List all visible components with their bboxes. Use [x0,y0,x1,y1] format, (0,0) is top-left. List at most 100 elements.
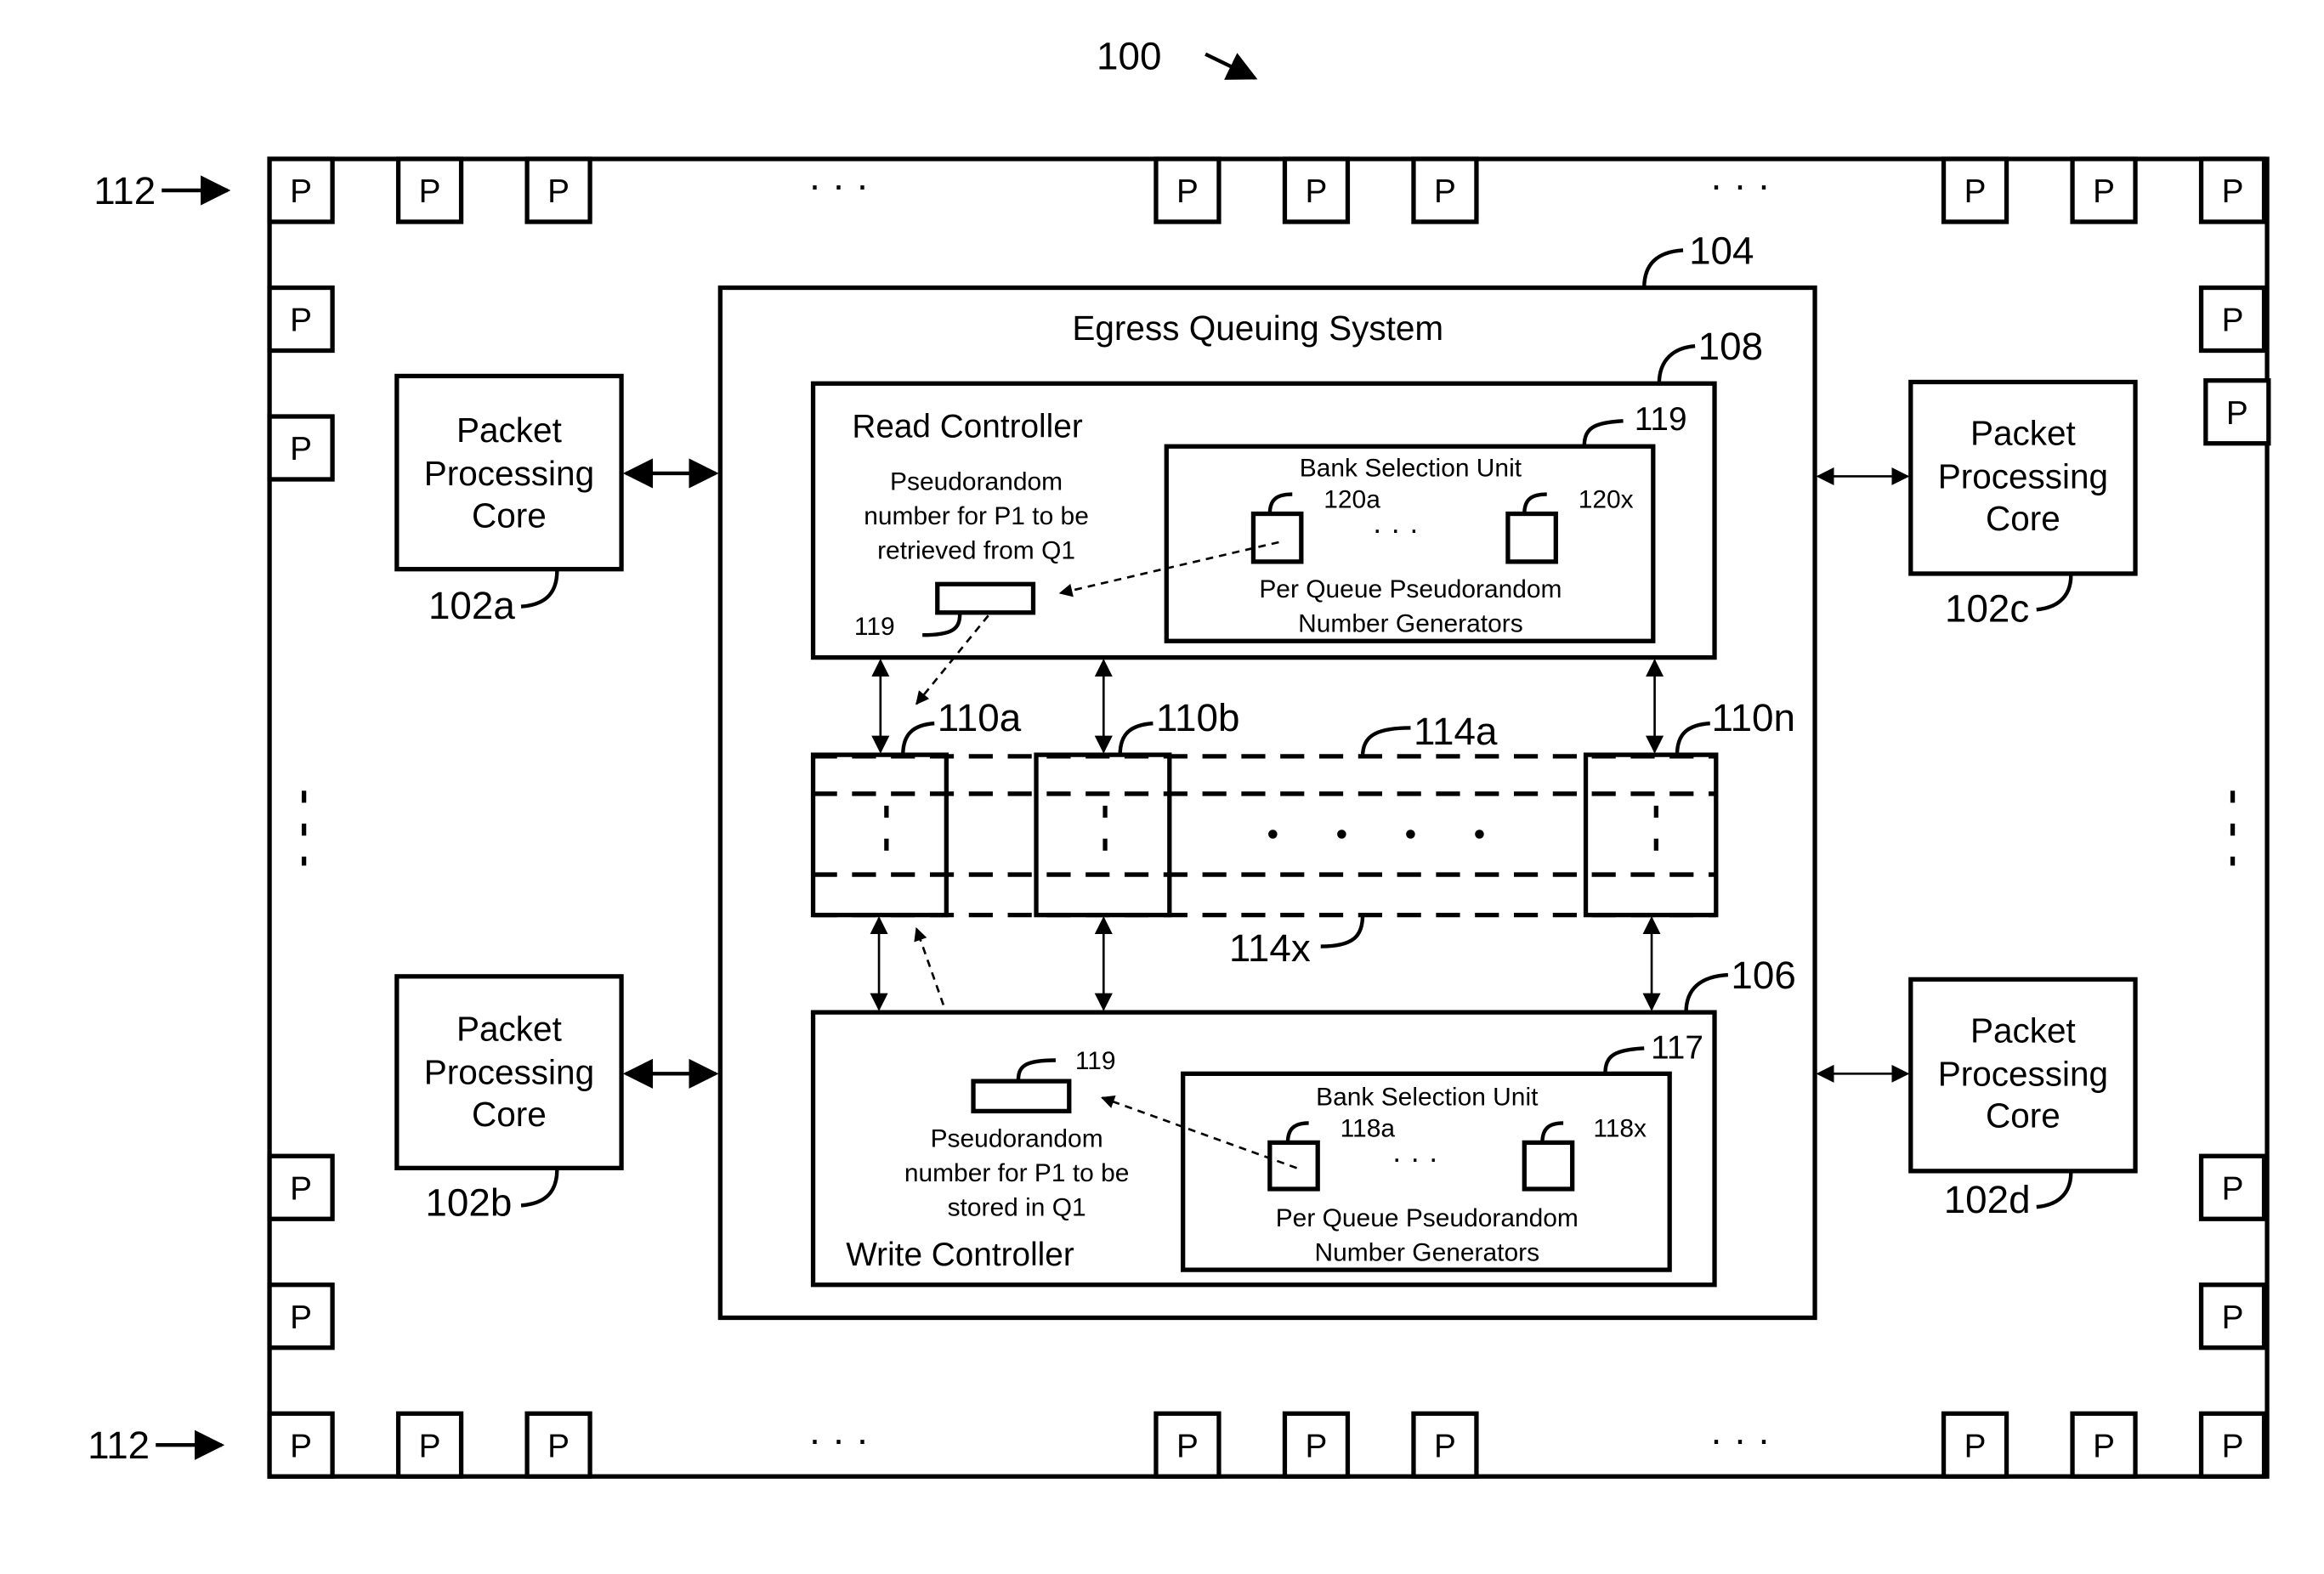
port-right: P [2198,1153,2267,1221]
core-ref: 102d [1944,1178,2031,1221]
port-label: P [2222,1428,2244,1464]
port-label: P [2222,1299,2244,1336]
svg-text:120x: 120x [1579,485,1634,513]
port-label: P [2222,173,2244,210]
port-label: P [290,1299,312,1336]
port-label: P [547,1428,570,1464]
port-label: P [290,1170,312,1207]
svg-text:number for P1 to be: number for P1 to be [904,1159,1130,1187]
svg-text:120a: 120a [1324,485,1380,513]
svg-text:Packet: Packet [1970,1011,2076,1050]
read-controller-ref: 108 [1698,325,1763,368]
port-ref-top: 112 [94,169,156,212]
port-label: P [2093,173,2115,210]
port-right: P [2198,1282,2267,1350]
read-controller-title: Read Controller [852,409,1082,445]
port-bottom: P [1282,1411,1351,1479]
port-label: P [2222,303,2244,339]
bank-unit-title: Bank Selection Unit [1300,454,1522,482]
write-controller-title: Write Controller [846,1237,1074,1273]
port-right: P [2198,285,2267,354]
svg-text:Packet: Packet [456,1010,562,1049]
write-controller-ref: 106 [1731,954,1795,997]
generator-120x [1505,511,1558,564]
port-top: P [1941,156,2009,224]
port-label: P [1964,173,1987,210]
figure-ref-100: 100 [1097,34,1161,77]
svg-text:118x: 118x [1593,1114,1647,1142]
port-label: P [2093,1428,2115,1464]
svg-text:Number Generators: Number Generators [1315,1239,1540,1267]
svg-text:Packet: Packet [1970,413,2076,452]
port-label: P [1434,1428,1456,1464]
port-label: P [2226,395,2248,432]
svg-text:Processing: Processing [1938,1054,2108,1093]
svg-text:Pseudorandom: Pseudorandom [890,467,1063,495]
svg-text:Per Queue Pseudorandom: Per Queue Pseudorandom [1276,1204,1579,1232]
bank-ref-110a: 110a [938,696,1022,739]
bank-ref-110b: 110b [1156,696,1239,739]
port-top: P [1282,156,1351,224]
svg-text:Core: Core [1986,1096,2060,1135]
port-top: P [1153,156,1222,224]
port-ref-bottom: 112 [88,1424,150,1467]
figure-ref-arrow [1205,52,1258,80]
bank-ref-110n: 110n [1712,696,1795,739]
core-ref: 102a [428,584,515,627]
port-top: P [524,156,592,224]
svg-text:stored in Q1: stored in Q1 [948,1194,1086,1222]
bottom-right-ellipsis: · · · [1709,1418,1770,1461]
port-left: P [267,414,335,482]
read-pseudorandom-register [935,581,1036,615]
svg-text:retrieved from Q1: retrieved from Q1 [877,536,1075,564]
generator-118x [1522,1140,1575,1192]
svg-text:Per Queue Pseudorandom: Per Queue Pseudorandom [1259,575,1562,603]
queue-ref-114a: 114a [1414,710,1498,753]
svg-text:Processing: Processing [424,1053,594,1092]
svg-text:Core: Core [1986,499,2060,538]
port-label: P [1306,1428,1328,1464]
svg-text:Pseudorandom: Pseudorandom [931,1125,1103,1153]
svg-text:· · ·: · · · [1372,512,1419,546]
port-label: P [419,173,441,210]
port-top: P [2198,156,2267,224]
port-label: P [290,431,312,467]
port-bottom: P [524,1411,592,1479]
port-bottom: P [1411,1411,1479,1479]
port-label: P [290,303,312,339]
top-left-ellipsis: · · · [808,163,869,207]
egress-title: Egress Queuing System [1072,309,1443,348]
svg-text:number for P1 to be: number for P1 to be [864,502,1089,530]
svg-text:118a: 118a [1341,1114,1396,1142]
port-left: P [267,1153,335,1221]
read-register-ref: 119 [854,613,895,641]
queue-ref-114x: 114x [1229,926,1311,970]
svg-text:117: 117 [1651,1030,1703,1067]
port-label: P [419,1428,441,1464]
svg-text:Packet: Packet [456,410,562,450]
port-bottom: P [267,1411,335,1479]
port-bottom: P [1941,1411,2009,1479]
port-label: P [2222,1170,2244,1207]
port-right: P [2203,378,2271,446]
port-label: P [1434,173,1456,210]
port-label: P [1176,173,1199,210]
port-bottom: P [2198,1411,2267,1479]
port-top: P [395,156,464,224]
port-label: P [547,173,570,210]
port-left: P [267,1282,335,1350]
port-bottom: P [395,1411,464,1479]
port-label: P [290,1428,312,1464]
port-label: P [1176,1428,1199,1464]
port-label: P [1964,1428,1987,1464]
svg-text:Processing: Processing [424,454,594,493]
svg-text:Core: Core [472,1095,547,1134]
svg-text:Number Generators: Number Generators [1298,610,1523,638]
svg-text:· · ·: · · · [1392,1141,1438,1175]
write-pseudorandom-register [971,1079,1072,1114]
bank-unit-title: Bank Selection Unit [1316,1083,1539,1111]
bottom-left-ellipsis: · · · [808,1418,869,1461]
port-bottom: P [2070,1411,2138,1479]
port-top: P [267,156,335,224]
port-label: P [1306,173,1328,210]
